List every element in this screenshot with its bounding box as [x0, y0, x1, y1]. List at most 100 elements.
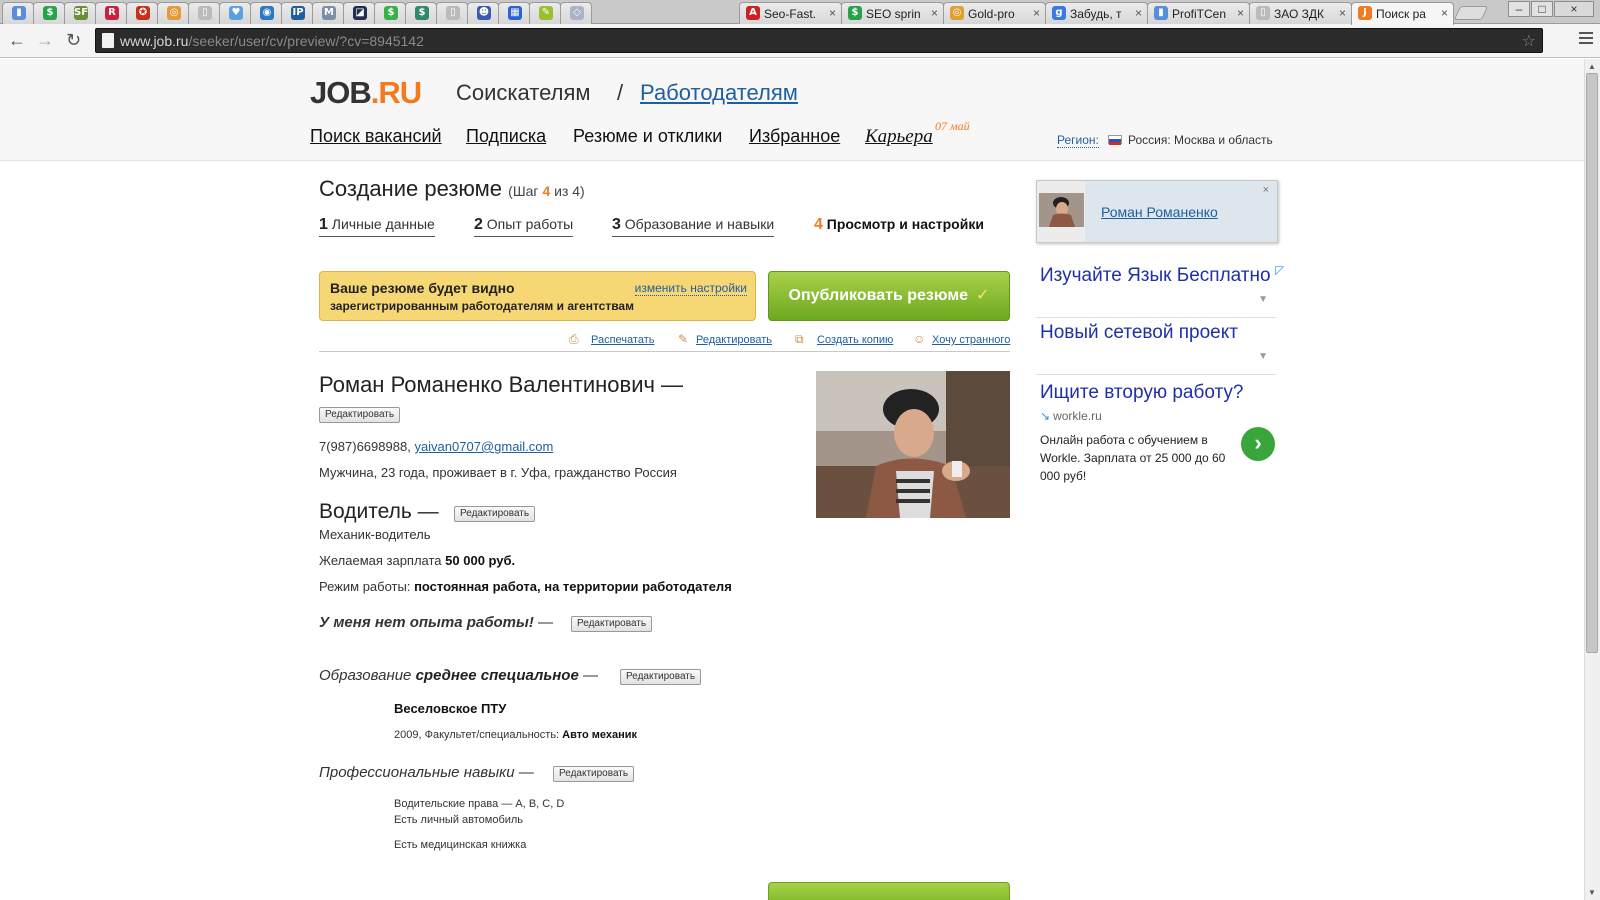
pinned-tab[interactable]: $ — [374, 2, 406, 24]
browser-tab[interactable]: $ SEO sprin × — [841, 2, 944, 24]
tab-close-icon[interactable]: × — [1135, 6, 1142, 20]
pinned-tab[interactable]: ◎ — [157, 2, 189, 24]
browser-tab[interactable]: ◎ Gold-pro × — [943, 2, 1046, 24]
maximize-button[interactable]: □ — [1531, 1, 1553, 17]
visibility-title: Ваше резюме будет видно — [330, 280, 515, 296]
back-arrow-icon[interactable]: ← — [8, 30, 26, 50]
address-bar[interactable]: www.job.ru/seeker/user/cv/preview/?cv=89… — [95, 28, 1543, 53]
russia-flag-icon — [1108, 135, 1122, 145]
publish-resume-button-bottom[interactable] — [768, 882, 1010, 900]
ad-title[interactable]: Новый сетевой проект — [1036, 321, 1276, 345]
pinned-tab[interactable]: ▦ — [498, 2, 530, 24]
pinned-tab[interactable]: ☻ — [467, 2, 499, 24]
tab-title: Забудь, т — [1070, 7, 1122, 21]
tab-favicon-icon: ◎ — [950, 6, 964, 20]
dollar-icon: $ — [43, 6, 57, 20]
scroll-up-icon[interactable]: ▲ — [1588, 62, 1596, 71]
pinned-tab[interactable]: ▯ — [188, 2, 220, 24]
visibility-subtitle: зарегистрированным работодателям и агент… — [330, 299, 634, 313]
pinned-tab[interactable]: $ — [405, 2, 437, 24]
ad-item[interactable]: Новый сетевой проект ▼ — [1036, 321, 1276, 375]
tab-close-icon[interactable]: × — [1237, 6, 1244, 20]
edit-icon: ✎ — [678, 332, 689, 346]
pinned-tab[interactable]: R — [95, 2, 127, 24]
pinned-tab[interactable]: M — [312, 2, 344, 24]
browser-tab[interactable]: A Seo-Fast. × — [739, 2, 842, 24]
menu-search-vacancies[interactable]: Поиск вакансий — [310, 126, 442, 147]
region-label[interactable]: Регион: — [1057, 133, 1099, 148]
tab-title: Gold-pro — [968, 7, 1015, 21]
ad-choices-icon[interactable]: ◸ — [1275, 263, 1284, 277]
tab-close-icon[interactable]: × — [1339, 6, 1346, 20]
step-education-skills[interactable]: 3 Образование и навыки — [612, 216, 775, 237]
work-mode-line: Режим работы: постоянная работа, на терр… — [319, 579, 732, 594]
menu-career[interactable]: Карьера — [865, 126, 933, 148]
tab-favicon-icon: A — [746, 6, 760, 20]
close-icon[interactable]: × — [1263, 184, 1269, 196]
contact-line: 7(987)6698988, yaivan0707@gmail.com — [319, 439, 553, 454]
bookmark-star-icon[interactable]: ☆ — [1522, 31, 1536, 51]
pinned-tab[interactable]: ▯ — [436, 2, 468, 24]
ad-description: Онлайн работа с обучением в Workle. Зарп… — [1040, 433, 1226, 483]
edit-skills-button[interactable]: Редактировать — [553, 766, 635, 782]
edit-link[interactable]: Редактировать — [696, 334, 772, 346]
scrollbar-thumb[interactable] — [1586, 73, 1598, 653]
step-personal-data[interactable]: 1 Личные данные — [319, 216, 435, 237]
minimize-button[interactable]: – — [1508, 1, 1530, 17]
menu-icon[interactable] — [1579, 32, 1593, 47]
user-avatar[interactable] — [1039, 193, 1084, 227]
pinned-tab[interactable]: ✎ — [529, 2, 561, 24]
browser-tab[interactable]: g Забудь, т × — [1045, 2, 1148, 24]
email-link[interactable]: yaivan0707@gmail.com — [414, 439, 553, 454]
url-text[interactable]: www.job.ru/seeker/user/cv/preview/?cv=89… — [120, 33, 424, 49]
scroll-down-icon[interactable]: ▼ — [1588, 888, 1596, 897]
print-link[interactable]: Распечатать — [591, 334, 654, 346]
tab-close-icon[interactable]: × — [1033, 6, 1040, 20]
job-ru-logo[interactable]: JOB.RU — [310, 75, 422, 111]
page-icon: ▯ — [198, 6, 212, 20]
browser-tab[interactable]: ▮ ProfiTCen × — [1147, 2, 1250, 24]
publish-resume-button[interactable]: Опубликовать резюме ✓ — [768, 271, 1010, 321]
step-preview-settings: 4 Просмотр и настройки — [814, 216, 984, 233]
edit-name-button[interactable]: Редактировать — [319, 407, 401, 423]
ad-go-button[interactable]: › — [1241, 427, 1275, 461]
menu-subscription[interactable]: Подписка — [466, 126, 546, 147]
tab-strip: ▮ $ SF R ✪ ◎ ▯ ♥ ◉ IP M ◪ $ $ ▯ ☻ ▦ ✎ ◇ A Seo-Fast. × $ SEO spr… — [0, 0, 1600, 25]
chevron-down-icon[interactable]: ▼ — [1258, 294, 1268, 305]
user-name-link[interactable]: Роман Романенко — [1101, 204, 1218, 220]
emblem-icon: ✪ — [136, 6, 150, 20]
position-title: Водитель — — [319, 500, 439, 523]
reload-icon[interactable]: ↻ — [66, 30, 81, 50]
edit-experience-button[interactable]: Редактировать — [571, 616, 653, 632]
want-weird-link[interactable]: Хочу странного — [932, 334, 1010, 346]
tab-close-icon[interactable]: × — [829, 6, 836, 20]
edit-education-button[interactable]: Редактировать — [620, 669, 702, 685]
pinned-tab[interactable]: ♥ — [219, 2, 251, 24]
bar-chart-icon: ▮ — [12, 6, 26, 20]
close-window-button[interactable]: × — [1554, 1, 1594, 17]
step-work-experience[interactable]: 2 Опыт работы — [474, 216, 574, 237]
edit-position-button[interactable]: Редактировать — [454, 506, 536, 522]
employers-link[interactable]: Работодателям — [640, 80, 798, 106]
pinned-tab[interactable]: ◪ — [343, 2, 375, 24]
tab-close-icon[interactable]: × — [931, 6, 938, 20]
pinned-tab[interactable]: ▮ — [2, 2, 34, 24]
pinned-tab[interactable]: SF — [64, 2, 96, 24]
menu-resumes-responses[interactable]: Резюме и отклики — [573, 126, 722, 147]
chevron-down-icon[interactable]: ▼ — [1258, 351, 1268, 362]
menu-favorites[interactable]: Избранное — [749, 126, 840, 147]
ad-title[interactable]: Ищите вторую работу? — [1040, 381, 1280, 405]
pinned-tab[interactable]: ✪ — [126, 2, 158, 24]
pinned-tab[interactable]: ◇ — [560, 2, 592, 24]
change-settings-link[interactable]: изменить настройки — [634, 281, 747, 296]
tab-close-icon[interactable]: × — [1441, 6, 1448, 20]
ad-title[interactable]: Изучайте Язык Бесплатно — [1036, 264, 1276, 288]
create-copy-link[interactable]: Создать копию — [817, 334, 893, 346]
browser-tab[interactable]: ▯ ЗАО ЗДК × — [1249, 2, 1352, 24]
pinned-tab[interactable]: IP — [281, 2, 313, 24]
browser-tab[interactable]: J Поиск ра × — [1351, 2, 1454, 25]
pinned-tab[interactable]: ◉ — [250, 2, 282, 24]
ad-item[interactable]: Изучайте Язык Бесплатно ▼ — [1036, 264, 1276, 318]
forward-arrow-icon[interactable]: → — [36, 30, 54, 50]
pinned-tab[interactable]: $ — [33, 2, 65, 24]
